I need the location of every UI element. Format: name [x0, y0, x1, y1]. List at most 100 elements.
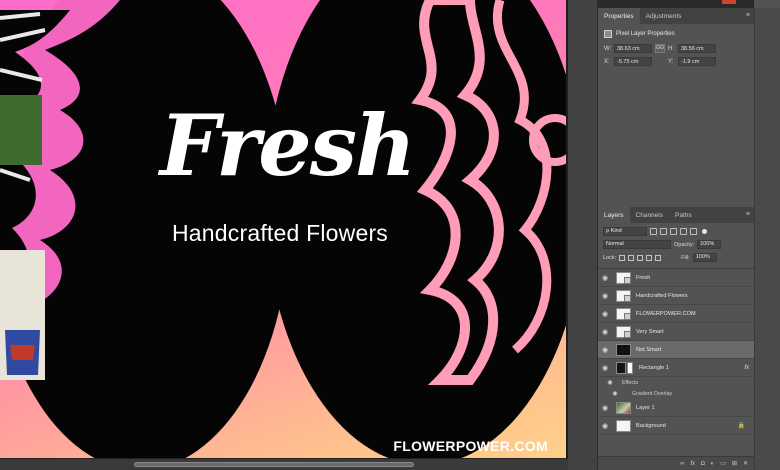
canvas-horizontal-scrollbar[interactable] [0, 458, 568, 470]
opacity-input[interactable]: 100% [697, 240, 722, 249]
opacity-label: Opacity: [674, 241, 695, 248]
gradient-overlay-eye-icon[interactable]: ◉ [598, 390, 632, 397]
lock-icon: 🔒 [737, 423, 745, 429]
fill-input[interactable]: 100% [692, 253, 717, 262]
fx-icon[interactable]: fx [690, 461, 695, 467]
properties-tab-bar: Properties Adjustments ≡ [598, 8, 754, 24]
layer-name: Fresh [636, 274, 651, 281]
new-group-icon[interactable]: ▭ [720, 460, 726, 467]
layer-row[interactable]: ◉ Background 🔒 [598, 417, 754, 435]
panel-menu-icon[interactable]: ≡ [746, 12, 750, 19]
filter-toggle-icon[interactable] [702, 229, 707, 234]
dock-collapsed-strip[interactable] [568, 0, 598, 470]
properties-body: Pixel Layer Properties W: 38.63 cm GO H:… [598, 24, 754, 68]
filter-adjustment-icon[interactable] [660, 228, 667, 235]
lock-position-icon[interactable] [637, 254, 644, 261]
gradient-overlay-row[interactable]: ◉ Gradient Overlay [598, 388, 754, 399]
filter-pixel-icon[interactable] [650, 228, 657, 235]
lock-transparent-icon[interactable] [619, 254, 626, 261]
canvas-subtitle: Handcrafted Flowers [172, 220, 388, 246]
visibility-eye-icon[interactable]: ◉ [598, 292, 612, 300]
effects-eye-icon[interactable]: ◉ [598, 379, 622, 386]
adjustment-layer-icon[interactable]: ◐ [711, 461, 715, 467]
filter-smart-icon[interactable] [690, 228, 697, 235]
fx-icon[interactable]: fx [744, 365, 749, 371]
lock-row: Lock: Fill: 100% [598, 251, 754, 264]
visibility-eye-icon[interactable]: ◉ [598, 422, 612, 430]
visibility-eye-icon[interactable]: ◉ [598, 310, 612, 318]
gradient-overlay-label: Gradient Overlay [632, 390, 673, 397]
tab-properties[interactable]: Properties [598, 8, 640, 24]
link-layers-icon[interactable]: ∞ [680, 461, 684, 467]
filter-shape-icon[interactable] [680, 228, 687, 235]
lock-label: Lock: [603, 254, 617, 261]
foreground-swatch[interactable] [722, 0, 736, 4]
tab-paths[interactable]: Paths [669, 207, 698, 223]
layer-thumbnail [616, 419, 631, 432]
width-label: W: [604, 45, 612, 52]
lock-pixels-icon[interactable] [628, 254, 635, 261]
x-input[interactable]: -5.75 cm [614, 57, 652, 66]
filter-type-icon[interactable] [670, 228, 677, 235]
layer-mask-thumbnail[interactable] [627, 361, 633, 374]
effects-row[interactable]: ◉ Effects [598, 377, 754, 388]
visibility-eye-icon[interactable]: ◉ [598, 404, 612, 412]
scrollbar-thumb[interactable] [134, 462, 414, 467]
layer-row-selected[interactable]: ◉ Not Smart [598, 341, 754, 359]
layer-row[interactable]: ◉ Fresh [598, 269, 754, 287]
layer-row[interactable]: ◉ Handcrafted Flowers [598, 287, 754, 305]
lock-all-icon[interactable] [655, 254, 662, 261]
properties-panel: Properties Adjustments ≡ Pixel Layer Pro… [598, 8, 754, 208]
tab-adjustments[interactable]: Adjustments [640, 8, 688, 24]
effects-label: Effects [622, 379, 639, 386]
pixel-layer-icon [604, 30, 612, 38]
layer-row[interactable]: ◉ FLOWERPOWER.COM [598, 305, 754, 323]
width-input[interactable]: 38.63 cm [614, 44, 652, 53]
document-canvas[interactable]: Fresh Handcrafted Flowers FLOWERPOWER.CO… [0, 0, 568, 470]
layer-thumbnail [616, 271, 631, 284]
layer-name: Very Smart [636, 328, 664, 335]
visibility-eye-icon[interactable]: ◉ [598, 346, 612, 354]
size-row: W: 38.63 cm GO H: 38.56 cm [598, 42, 754, 55]
layer-thumbnail [616, 325, 631, 338]
color-bar [598, 0, 754, 8]
layer-thumbnail [616, 307, 631, 320]
layer-row[interactable]: ◉ Layer 1 [598, 399, 754, 417]
trash-icon[interactable]: ✕ [743, 460, 748, 467]
layers-footer: ∞ fx ◘ ◐ ▭ ⊞ ✕ [598, 456, 754, 470]
layer-thumbnail [616, 289, 631, 302]
add-mask-icon[interactable]: ◘ [701, 461, 705, 467]
properties-scrollbar[interactable] [754, 8, 780, 207]
layers-menu-icon[interactable]: ≡ [746, 211, 750, 218]
height-label: H: [668, 45, 674, 52]
tab-channels[interactable]: Channels [630, 207, 669, 223]
layer-name: Not Smart [636, 346, 662, 353]
layer-row[interactable]: ◉ Very Smart [598, 323, 754, 341]
layer-row[interactable]: ◉ Rectangle 1 fx [598, 359, 754, 377]
tab-layers[interactable]: Layers [598, 207, 630, 223]
properties-header: Pixel Layer Properties [598, 24, 754, 42]
fill-label: Fill: [681, 254, 690, 261]
visibility-eye-icon[interactable]: ◉ [598, 274, 612, 282]
vase-pattern-red [10, 345, 35, 360]
height-input[interactable]: 38.56 cm [678, 44, 716, 53]
layers-body: ρ Kind Normal Opacity: 100% Lock: Fill: … [598, 223, 754, 435]
layer-name: Handcrafted Flowers [636, 292, 688, 299]
layers-panel: Layers Channels Paths ≡ ρ Kind Normal Op… [598, 207, 754, 470]
new-layer-icon[interactable]: ⊞ [732, 460, 737, 467]
visibility-eye-icon[interactable]: ◉ [598, 328, 612, 336]
layer-list: ◉ Fresh ◉ Handcrafted Flowers ◉ FLOWERPO… [598, 268, 754, 435]
visibility-eye-icon[interactable]: ◉ [598, 364, 612, 372]
blend-mode-select[interactable]: Normal [603, 240, 671, 249]
canvas-title-fresh: Fresh [159, 96, 416, 195]
link-dimensions-button[interactable]: GO [655, 44, 665, 53]
layer-name: Rectangle 1 [639, 364, 669, 371]
lock-artboard-icon[interactable] [646, 254, 653, 261]
layers-tab-bar: Layers Channels Paths ≡ [598, 207, 754, 223]
kind-filter-select[interactable]: ρ Kind [603, 227, 647, 236]
layers-scrollbar[interactable] [754, 207, 780, 470]
y-input[interactable]: -1.9 cm [678, 57, 716, 66]
artboard: Fresh Handcrafted Flowers FLOWERPOWER.CO… [0, 0, 566, 458]
canvas-url: FLOWERPOWER.COM [393, 438, 548, 454]
layer-thumbnail [616, 343, 631, 356]
